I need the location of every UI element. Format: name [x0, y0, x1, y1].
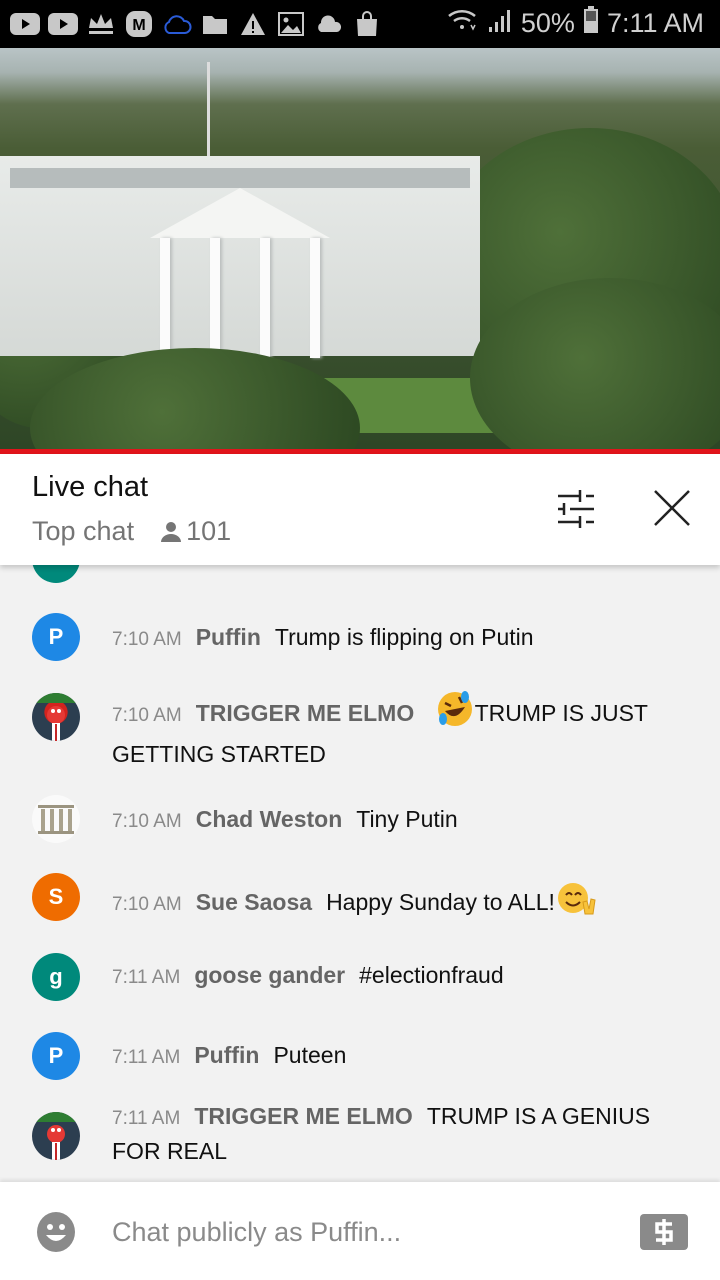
message-text: #electionfraud	[359, 962, 504, 988]
cloud-outline-icon	[162, 8, 192, 40]
battery-percent: 50%	[520, 8, 575, 38]
column-image	[260, 238, 270, 358]
youtube-icon	[10, 8, 40, 40]
chat-message-input[interactable]	[112, 1210, 612, 1254]
chat-filter-button[interactable]	[552, 488, 600, 528]
close-chat-button[interactable]	[650, 486, 694, 530]
message-time: 7:10 AM	[112, 705, 182, 726]
message-time: 7:10 AM	[112, 811, 182, 832]
message-author[interactable]: TRIGGER ME ELMO	[196, 700, 415, 726]
chat-composer	[0, 1182, 720, 1280]
column-image	[310, 238, 320, 358]
avatar-letter: g	[49, 964, 63, 989]
chat-message-list[interactable]: P 7:10 AM Puffin Trump is flipping on Puti…	[0, 565, 720, 1182]
m-app-icon: M	[124, 8, 154, 40]
message-author[interactable]: TRIGGER ME ELMO	[194, 1103, 413, 1129]
chat-mode-selector[interactable]: Top chat 101	[32, 516, 231, 547]
sliders-icon	[558, 490, 594, 528]
folder-icon	[200, 8, 230, 40]
message-time: 7:11 AM	[112, 1108, 181, 1129]
svg-text:M: M	[132, 17, 145, 34]
viewer-count-value: 101	[186, 516, 232, 546]
elmo-avatar-image	[32, 693, 80, 741]
avatar: P	[32, 613, 80, 661]
chat-title: Live chat	[32, 471, 149, 503]
viewer-count: 101	[160, 516, 231, 547]
avatar: P	[32, 1032, 80, 1080]
message-text: Trump is flipping on Putin	[274, 624, 534, 650]
message-text: Happy Sunday to ALL!	[326, 889, 555, 915]
image-icon	[276, 8, 306, 40]
rolling-laughing-emoji-icon	[437, 691, 472, 726]
notification-icons: M	[10, 8, 382, 40]
emoji-picker-button[interactable]	[36, 1212, 76, 1252]
smiley-face-icon	[37, 1212, 75, 1252]
smile-victory-emoji-icon	[557, 883, 596, 915]
avatar-letter: S	[48, 884, 64, 909]
message-author[interactable]: Sue Saosa	[196, 889, 312, 915]
signal-icon	[487, 7, 513, 40]
avatar: S	[32, 873, 80, 921]
elmo-avatar-image	[32, 1112, 80, 1160]
shopping-bag-icon	[352, 8, 382, 40]
dollar-icon	[655, 1219, 673, 1245]
avatar	[32, 795, 80, 843]
message-time: 7:11 AM	[112, 967, 181, 988]
avatar: g	[32, 953, 80, 1001]
person-icon	[161, 521, 182, 542]
message-time: 7:11 AM	[112, 1047, 181, 1068]
avatar-letter: P	[48, 624, 64, 649]
message-author[interactable]: Puffin	[196, 624, 261, 650]
flagpole-image	[207, 62, 210, 162]
clock: 7:11 AM	[606, 8, 704, 38]
status-bar: M 50% 7:11 AM	[0, 0, 720, 48]
avatar	[32, 565, 80, 583]
column-image	[210, 238, 220, 358]
message-time: 7:10 AM	[112, 894, 182, 915]
warning-icon	[238, 8, 268, 40]
message-text: Puteen	[273, 1042, 347, 1068]
roof-image	[10, 168, 470, 188]
chat-header: Live chat Top chat 101	[0, 454, 720, 565]
message-time: 7:10 AM	[112, 629, 182, 650]
close-icon	[654, 490, 690, 526]
avatar	[32, 1112, 80, 1160]
super-chat-button[interactable]	[640, 1214, 688, 1250]
avatar	[32, 693, 80, 741]
message-author[interactable]: Puffin	[194, 1042, 259, 1068]
columns-avatar-image	[38, 805, 74, 834]
avatar-letter: P	[48, 1043, 64, 1068]
wifi-icon	[447, 7, 479, 40]
status-right: 50% 7:11 AM	[447, 6, 704, 41]
battery-icon	[583, 6, 599, 41]
crown-icon	[86, 8, 116, 40]
video-player[interactable]	[0, 48, 720, 449]
message-author[interactable]: Chad Weston	[196, 806, 343, 832]
message-author[interactable]: goose gander	[194, 962, 345, 988]
message-text: Tiny Putin	[356, 806, 458, 832]
cloud-icon	[314, 8, 344, 40]
column-image	[160, 238, 170, 358]
youtube-icon	[48, 8, 78, 40]
chat-mode-label[interactable]: Top chat	[32, 516, 134, 547]
